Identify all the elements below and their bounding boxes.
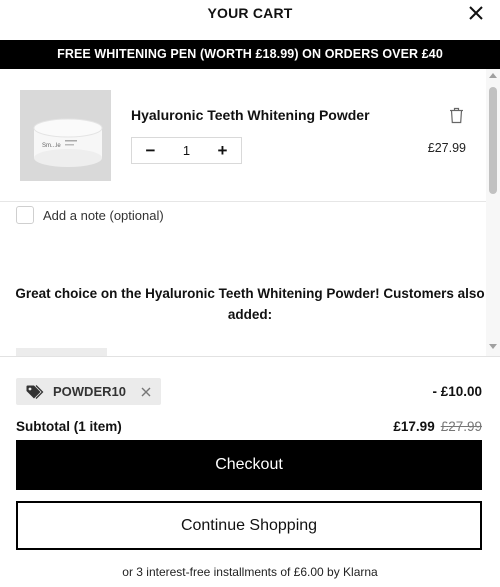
trash-icon[interactable] — [449, 107, 464, 124]
subtotal-original-price: £27.99 — [440, 419, 482, 434]
divider — [0, 201, 486, 202]
discount-tag: POWDER10 — [16, 378, 161, 405]
close-icon[interactable] — [466, 3, 486, 23]
note-label: Add a note (optional) — [43, 207, 164, 223]
svg-text:Sm...le: Sm...le — [42, 143, 61, 149]
subtotal-discounted-price: £17.99 — [393, 419, 435, 434]
remove-discount-icon[interactable] — [141, 387, 151, 397]
promo-banner: FREE WHITENING PEN (WORTH £18.99) ON ORD… — [0, 40, 500, 69]
checkout-button[interactable]: Checkout — [16, 440, 482, 490]
decrease-quantity-button[interactable]: − — [132, 138, 169, 163]
cart-title: YOUR CART — [207, 5, 293, 21]
add-note-toggle[interactable]: Add a note (optional) — [16, 206, 164, 224]
discount-code: POWDER10 — [53, 384, 126, 399]
quantity-value[interactable]: 1 — [169, 138, 204, 163]
subtotal-price: £17.99 £27.99 — [393, 419, 482, 434]
increase-quantity-button[interactable]: + — [204, 138, 241, 163]
cart-items-area: Sm...le Hyaluronic Teeth Whitening Powde… — [0, 69, 500, 356]
upsell-heading: Great choice on the Hyaluronic Teeth Whi… — [15, 286, 485, 322]
cart-header: YOUR CART — [0, 0, 500, 40]
scrollbar-thumb[interactable] — [489, 87, 497, 194]
product-image[interactable]: Sm...le — [20, 90, 111, 181]
note-checkbox[interactable] — [16, 206, 34, 224]
klarna-installments-text: or 3 interest-free installments of £6.00… — [122, 565, 378, 579]
subtotal-label: Subtotal (1 item) — [16, 419, 122, 434]
upsell-product-card[interactable] — [16, 348, 107, 356]
scroll-up-icon[interactable] — [489, 73, 497, 78]
scroll-down-icon[interactable] — [489, 344, 497, 349]
divider — [0, 356, 500, 357]
discount-amount: - £10.00 — [432, 384, 482, 399]
tag-icon — [26, 384, 44, 399]
item-price: £27.99 — [427, 141, 466, 155]
continue-shopping-button[interactable]: Continue Shopping — [16, 501, 482, 550]
quantity-stepper: − 1 + — [131, 137, 242, 164]
product-name[interactable]: Hyaluronic Teeth Whitening Powder — [131, 107, 370, 123]
